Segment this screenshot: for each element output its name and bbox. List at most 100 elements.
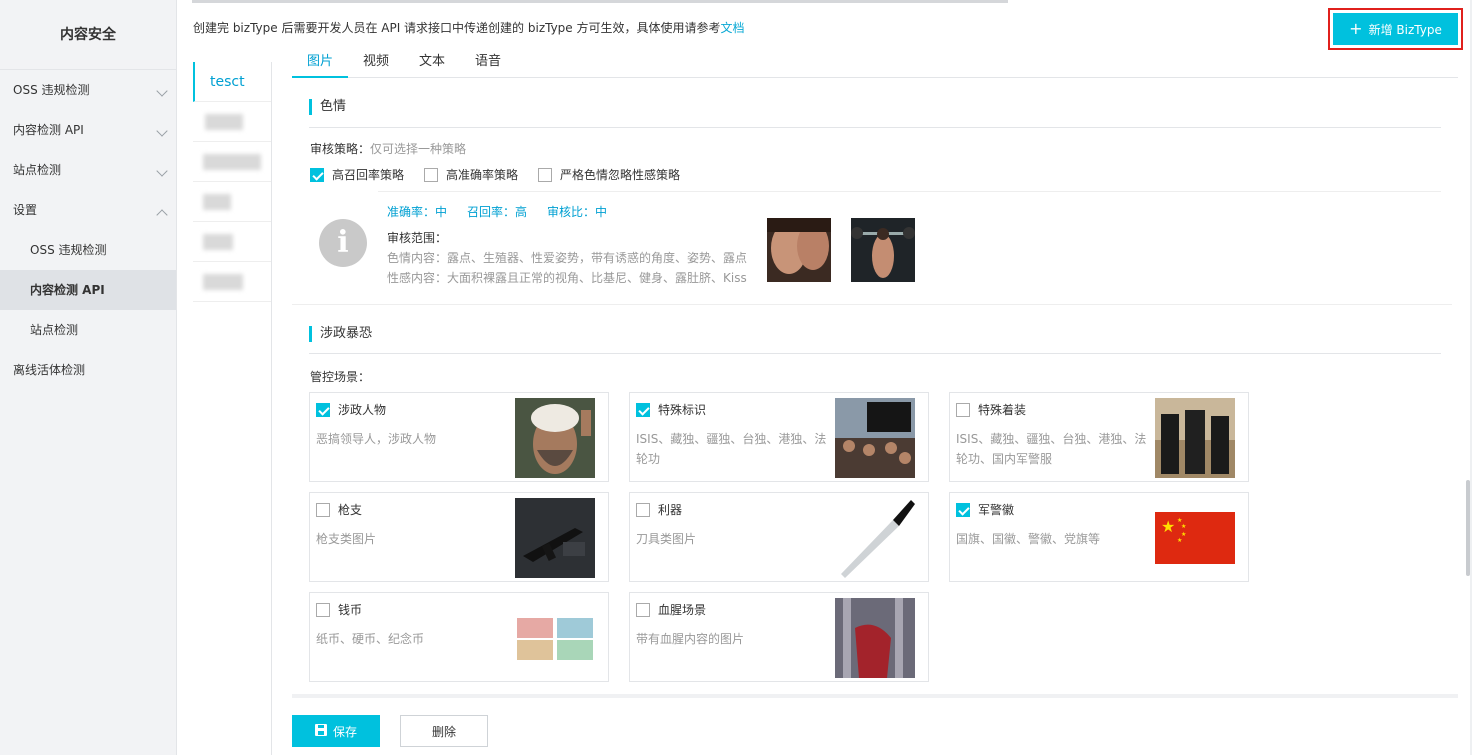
scene-title: 利器 bbox=[658, 503, 683, 517]
policy-option-label: 高召回率策略 bbox=[332, 168, 405, 182]
checkbox-checked[interactable] bbox=[310, 167, 324, 182]
metric-accuracy: 准确率：中 bbox=[387, 205, 448, 219]
checkbox-checked[interactable] bbox=[636, 402, 650, 417]
policy-option-high-recall[interactable]: 高召回率策略 bbox=[310, 166, 404, 183]
sidebar-item-settings[interactable]: 设置 bbox=[0, 190, 176, 230]
biztype-notice: 创建完 bizType 后需要开发人员在 API 请求接口中传递创建的 bizT… bbox=[193, 19, 745, 36]
scene-image-knife bbox=[835, 498, 915, 578]
tab-text[interactable]: 文本 bbox=[404, 46, 460, 77]
add-biztype-highlight: + 新增 BizType bbox=[1328, 8, 1463, 50]
sidebar-item-label: 内容检测 API bbox=[13, 123, 84, 137]
scene-image-banknotes bbox=[515, 598, 595, 678]
section-title-terror: 涉政暴恐 bbox=[309, 326, 372, 342]
chevron-down-icon bbox=[156, 125, 168, 137]
biztype-item[interactable] bbox=[193, 182, 271, 222]
biztype-item[interactable] bbox=[193, 262, 271, 302]
sidebar-subitem-content-api[interactable]: 内容检测 API bbox=[0, 270, 176, 310]
scope-line: 性感内容：大面积裸露且正常的视角、比基尼、健身、露肚脐、Kiss bbox=[387, 271, 747, 285]
scene-card-emblems[interactable]: 军警徽 国旗、国徽、警徽、党旗等 ★ ★ ★ ★ ★ bbox=[949, 492, 1249, 582]
sidebar-item-label: 内容检测 API bbox=[30, 283, 105, 297]
policy-option-label: 严格色情忽略性感策略 bbox=[560, 168, 681, 182]
sidebar-item-oss-detect[interactable]: OSS 违规检测 bbox=[0, 70, 176, 110]
scene-image-bloody bbox=[835, 598, 915, 678]
save-button[interactable]: 保存 bbox=[292, 715, 380, 747]
notice-text: 创建完 bizType 后需要开发人员在 API 请求接口中传递创建的 bizT… bbox=[193, 21, 721, 35]
scene-desc: 带有血腥内容的图片 bbox=[636, 632, 745, 646]
sidebar: 内容安全 OSS 违规检测 内容检测 API 站点检测 设置 OSS 违规检测 … bbox=[0, 0, 177, 755]
metric-recall: 召回率：高 bbox=[467, 205, 528, 219]
example-image-fitness bbox=[851, 218, 915, 282]
policy-option-high-precision[interactable]: 高准确率策略 bbox=[424, 166, 518, 183]
scene-label: 管控场景： bbox=[310, 370, 371, 384]
delete-button[interactable]: 删除 bbox=[400, 715, 488, 747]
svg-text:★: ★ bbox=[1161, 517, 1175, 536]
example-image-couple bbox=[767, 218, 831, 282]
sidebar-subitem-oss-detect[interactable]: OSS 违规检测 bbox=[0, 230, 176, 270]
redacted-label bbox=[205, 114, 243, 130]
biztype-item[interactable] bbox=[193, 222, 271, 262]
redacted-label bbox=[203, 154, 261, 170]
scene-image-flag: ★ ★ ★ ★ ★ bbox=[1155, 498, 1235, 578]
scene-title: 血腥场景 bbox=[658, 603, 707, 617]
scene-title: 特殊着装 bbox=[978, 403, 1027, 417]
checkbox[interactable] bbox=[956, 402, 970, 417]
sidebar-subitem-site-detect[interactable]: 站点检测 bbox=[0, 310, 176, 350]
checkbox-checked[interactable] bbox=[956, 502, 970, 517]
metric-review-ratio: 审核比：中 bbox=[547, 205, 608, 219]
scrollbar-thumb[interactable] bbox=[1466, 480, 1470, 576]
biztype-item[interactable] bbox=[193, 142, 271, 182]
biztype-item-active[interactable]: tesct bbox=[193, 62, 271, 102]
checkbox[interactable] bbox=[316, 602, 330, 617]
chevron-up-icon bbox=[156, 209, 168, 221]
add-biztype-label: 新增 BizType bbox=[1368, 22, 1442, 37]
biztype-item[interactable] bbox=[193, 102, 271, 142]
scene-desc: 恶搞领导人，涉政人物 bbox=[316, 432, 437, 446]
footer-divider bbox=[292, 694, 1458, 698]
scene-desc: 纸币、硬币、纪念币 bbox=[316, 632, 425, 646]
scene-desc: ISIS、藏独、疆独、台独、港独、法轮功 bbox=[636, 432, 827, 466]
plus-icon: + bbox=[1349, 19, 1363, 38]
save-label: 保存 bbox=[332, 724, 357, 739]
sidebar-item-content-api[interactable]: 内容检测 API bbox=[0, 110, 176, 150]
checkbox[interactable] bbox=[636, 602, 650, 617]
scene-card-bloody[interactable]: 血腥场景 带有血腥内容的图片 bbox=[629, 592, 929, 682]
tab-video[interactable]: 视频 bbox=[348, 46, 404, 77]
chevron-down-icon bbox=[156, 165, 168, 177]
checkbox[interactable] bbox=[538, 167, 552, 182]
scene-title: 特殊标识 bbox=[658, 403, 707, 417]
policy-option-strict[interactable]: 严格色情忽略性感策略 bbox=[538, 166, 680, 183]
policy-option-label: 高准确率策略 bbox=[446, 168, 519, 182]
sidebar-brand: 内容安全 bbox=[0, 0, 176, 70]
add-biztype-button[interactable]: + 新增 BizType bbox=[1333, 13, 1458, 45]
scene-desc: 国旗、国徽、警徽、党旗等 bbox=[956, 532, 1101, 546]
scene-card-guns[interactable]: 枪支 枪支类图片 bbox=[309, 492, 609, 582]
checkbox[interactable] bbox=[636, 502, 650, 517]
scene-card-blades[interactable]: 利器 刀具类图片 bbox=[629, 492, 929, 582]
doc-link[interactable]: 文档 bbox=[721, 21, 745, 35]
scene-card-political-figure[interactable]: 涉政人物 恶搞领导人，涉政人物 bbox=[309, 392, 609, 482]
divider bbox=[309, 127, 1441, 128]
top-divider bbox=[192, 0, 1008, 3]
checkbox[interactable] bbox=[424, 167, 438, 182]
biztype-list: tesct bbox=[193, 62, 272, 755]
scene-card-special-symbol[interactable]: 特殊标识 ISIS、藏独、疆独、台独、港独、法轮功 bbox=[629, 392, 929, 482]
checkbox[interactable] bbox=[316, 502, 330, 517]
chevron-down-icon bbox=[156, 85, 168, 97]
sidebar-item-site-detect[interactable]: 站点检测 bbox=[0, 150, 176, 190]
redacted-label bbox=[203, 274, 243, 290]
section-title-porn: 色情 bbox=[309, 99, 346, 115]
svg-text:★: ★ bbox=[1181, 523, 1186, 530]
policy-metrics: 准确率：中 召回率：高 审核比：中 bbox=[387, 203, 607, 220]
scope-title: 审核范围： bbox=[387, 231, 448, 245]
scene-desc: 枪支类图片 bbox=[316, 532, 377, 546]
scene-card-special-attire[interactable]: 特殊着装 ISIS、藏独、疆独、台独、港独、法轮功、国内军警服 bbox=[949, 392, 1249, 482]
tab-image[interactable]: 图片 bbox=[292, 46, 349, 78]
checkbox-checked[interactable] bbox=[316, 402, 330, 417]
sidebar-item-label: 离线活体检测 bbox=[13, 363, 86, 377]
info-icon: i bbox=[319, 219, 367, 267]
tab-voice[interactable]: 语音 bbox=[460, 46, 516, 77]
sidebar-item-label: 站点检测 bbox=[30, 323, 79, 337]
scene-card-currency[interactable]: 钱币 纸币、硬币、纪念币 bbox=[309, 592, 609, 682]
policy-hint: 仅可选择一种策略 bbox=[370, 142, 467, 156]
sidebar-item-offline-liveness[interactable]: 离线活体检测 bbox=[0, 350, 176, 390]
